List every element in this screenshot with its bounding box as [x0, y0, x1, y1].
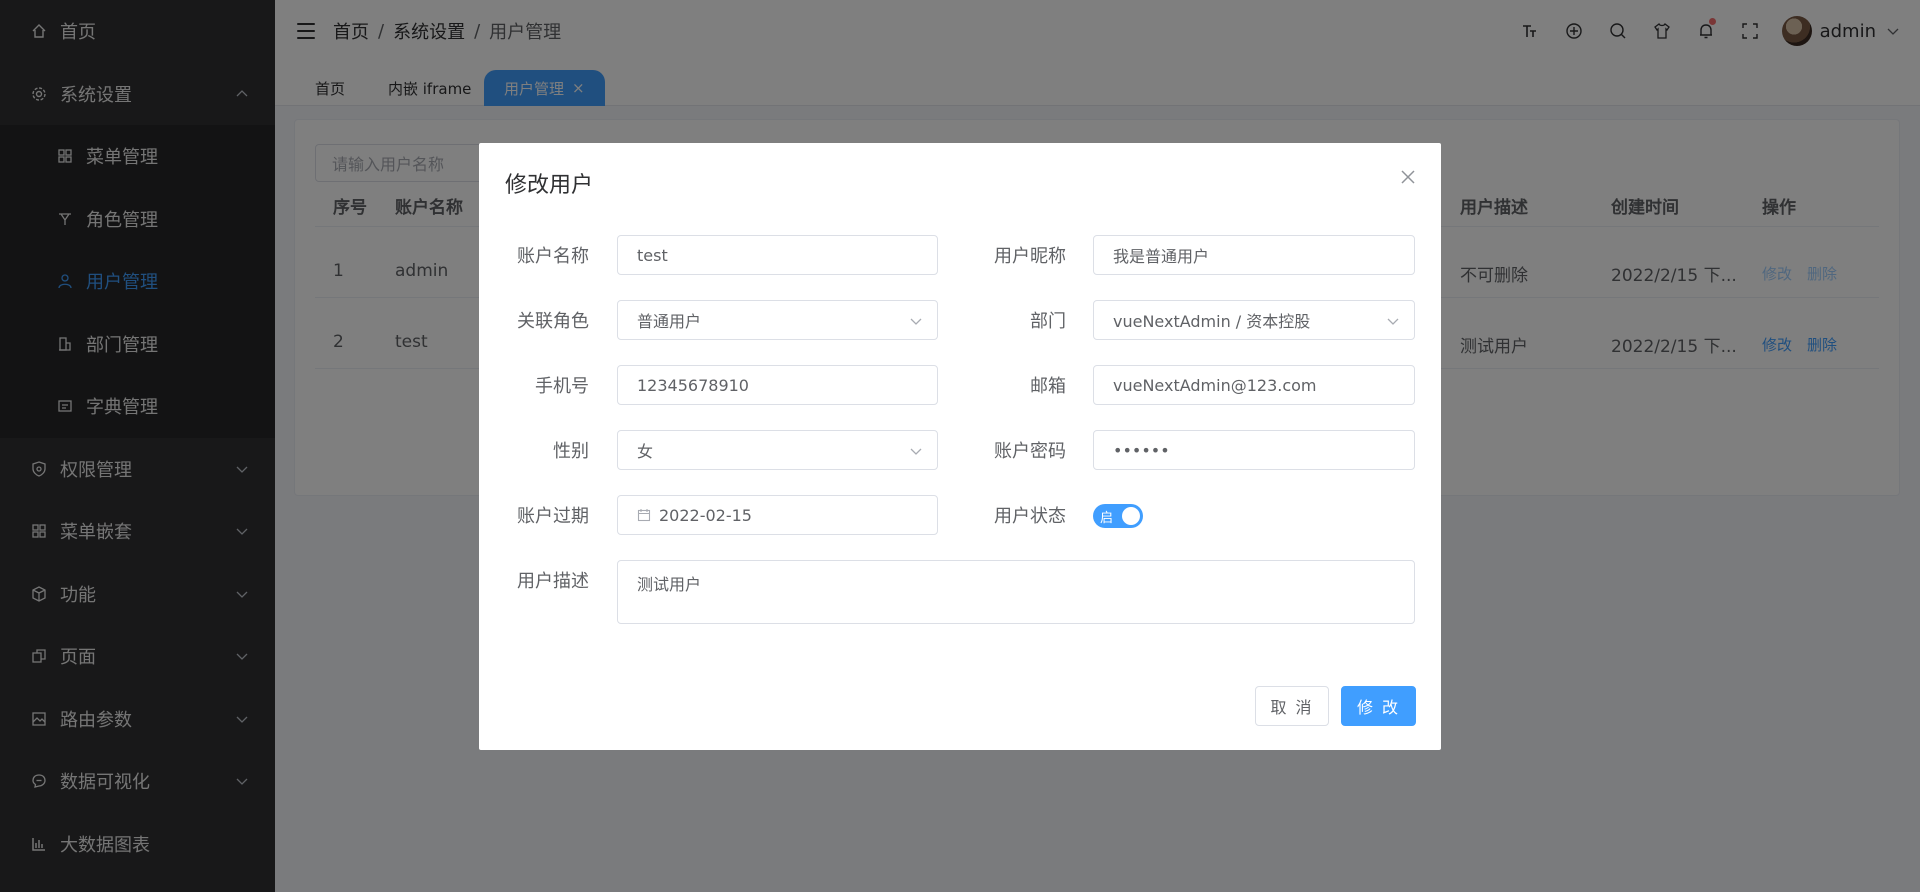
password-label: 账户密码	[994, 441, 1066, 462]
expire-value: 2022-02-15	[659, 505, 752, 525]
nickname-label: 用户昵称	[994, 246, 1066, 267]
edit-user-dialog: 修改用户 账户名称 test 用户昵称 我是普通用户 关联角色 普通用户 部门 …	[479, 143, 1441, 750]
password-field[interactable]: ••••••	[1093, 430, 1415, 470]
dialog-title: 修改用户	[505, 173, 594, 198]
status-label: 用户状态	[994, 506, 1066, 527]
submit-button[interactable]: 修 改	[1341, 686, 1416, 726]
description-textarea[interactable]: 测试用户	[617, 560, 1415, 624]
expire-label: 账户过期	[517, 506, 589, 527]
role-value: 普通用户	[637, 312, 702, 331]
description-value: 测试用户	[637, 575, 702, 594]
department-cascader[interactable]: vueNextAdmin / 资本控股	[1093, 300, 1415, 340]
phone-field[interactable]: 12345678910	[617, 365, 938, 405]
switch-knob	[1122, 507, 1140, 525]
role-select[interactable]: 普通用户	[617, 300, 938, 340]
chevron-down-icon	[1387, 318, 1399, 325]
description-label: 用户描述	[517, 571, 589, 592]
email-value: vueNextAdmin@123.com	[1113, 375, 1317, 395]
account-label: 账户名称	[517, 246, 589, 267]
email-label: 邮箱	[1030, 376, 1066, 397]
calendar-icon	[637, 509, 651, 522]
gender-select[interactable]: 女	[617, 430, 938, 470]
email-field[interactable]: vueNextAdmin@123.com	[1093, 365, 1415, 405]
role-label: 关联角色	[517, 311, 589, 332]
phone-label: 手机号	[535, 376, 589, 397]
department-value: vueNextAdmin / 资本控股	[1113, 312, 1311, 331]
password-value: ••••••	[1113, 440, 1170, 460]
expire-date-picker[interactable]: 2022-02-15	[617, 495, 938, 535]
gender-value: 女	[637, 442, 654, 461]
nickname-field[interactable]: 我是普通用户	[1093, 235, 1415, 275]
status-switch[interactable]: 启	[1093, 504, 1143, 528]
chevron-down-icon	[910, 448, 922, 455]
account-value: test	[637, 245, 668, 265]
status-switch-text: 启	[1100, 511, 1114, 526]
nickname-value: 我是普通用户	[1113, 247, 1210, 266]
gender-label: 性别	[553, 441, 589, 462]
close-icon[interactable]	[1399, 168, 1417, 186]
chevron-down-icon	[910, 318, 922, 325]
account-field[interactable]: test	[617, 235, 938, 275]
cancel-button[interactable]: 取 消	[1255, 686, 1329, 726]
phone-value: 12345678910	[637, 375, 749, 395]
department-label: 部门	[1030, 311, 1066, 332]
